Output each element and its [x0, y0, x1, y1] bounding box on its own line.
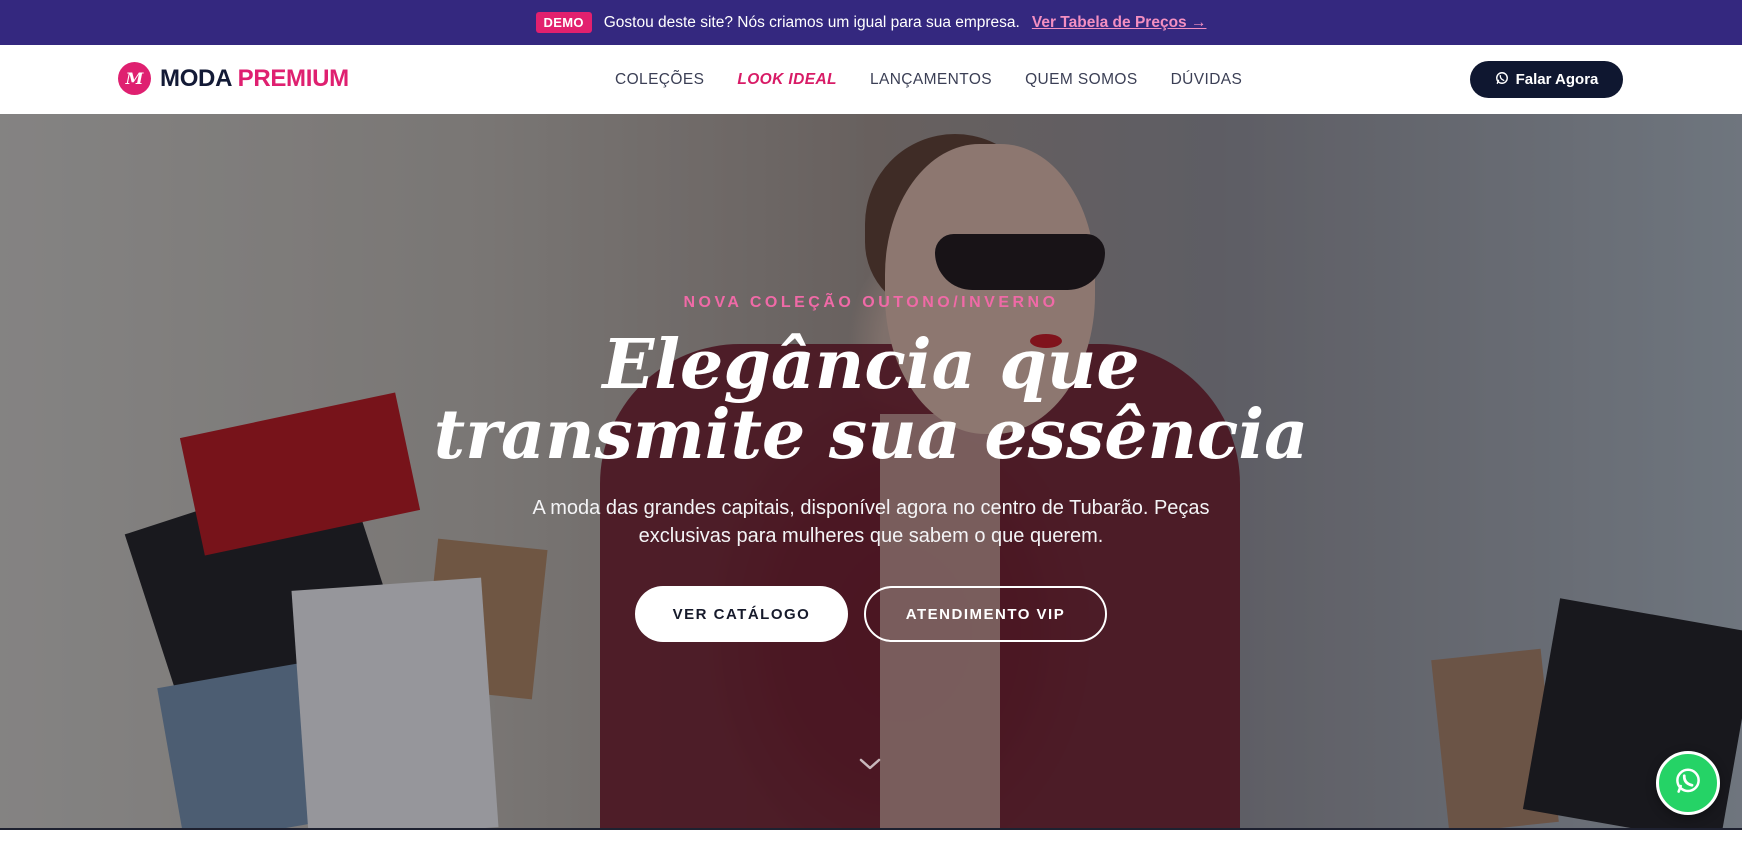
- hero-subtext: A moda das grandes capitais, disponível …: [532, 497, 1210, 547]
- hero-content: NOVA COLEÇÃO OUTONO/INVERNO Elegância qu…: [0, 114, 1742, 828]
- nav-item-duvidas[interactable]: DÚVIDAS: [1171, 71, 1243, 89]
- hero-headline: Elegância que transmite sua essência: [434, 330, 1308, 470]
- logo[interactable]: M MODA PREMIUM: [118, 62, 349, 95]
- hero-section: NOVA COLEÇÃO OUTONO/INVERNO Elegância qu…: [0, 114, 1742, 828]
- demo-banner-text: Gostou deste site? Nós criamos um igual …: [603, 13, 1020, 31]
- logo-word-moda: MODA: [160, 64, 232, 92]
- nav-item-colecoes[interactable]: COLEÇÕES: [615, 71, 704, 89]
- talk-now-label: Falar Agora: [1515, 71, 1599, 88]
- whatsapp-float-button[interactable]: [1656, 751, 1720, 815]
- talk-now-button[interactable]: Falar Agora: [1470, 61, 1623, 98]
- logo-text: MODA PREMIUM: [160, 65, 349, 93]
- nav-item-lancamentos[interactable]: LANÇAMENTOS: [870, 71, 992, 89]
- chevron-down-icon[interactable]: [858, 754, 882, 774]
- hero-headline-line1: Elegância que: [602, 325, 1140, 405]
- whatsapp-icon: [1673, 766, 1703, 801]
- logo-mark: M: [118, 62, 151, 95]
- site-header: M MODA PREMIUM COLEÇÕES LOOK IDEAL LANÇA…: [0, 45, 1742, 114]
- whatsapp-icon: [1495, 71, 1509, 89]
- demo-badge: DEMO: [535, 12, 592, 33]
- nav-item-look-ideal[interactable]: LOOK IDEAL: [737, 71, 837, 89]
- hero-headline-line2: transmite sua essência: [433, 395, 1309, 475]
- view-catalog-button[interactable]: VER CATÁLOGO: [635, 586, 848, 642]
- pricing-link[interactable]: Ver Tabela de Preços →: [1032, 14, 1207, 32]
- hero-buttons: VER CATÁLOGO ATENDIMENTO VIP: [635, 586, 1107, 642]
- next-section-edge: [0, 828, 1742, 842]
- hero-eyebrow: NOVA COLEÇÃO OUTONO/INVERNO: [683, 294, 1059, 311]
- vip-service-button[interactable]: ATENDIMENTO VIP: [864, 586, 1107, 642]
- main-nav: COLEÇÕES LOOK IDEAL LANÇAMENTOS QUEM SOM…: [615, 45, 1242, 114]
- nav-item-quem-somos[interactable]: QUEM SOMOS: [1025, 71, 1138, 89]
- logo-word-premium: PREMIUM: [237, 64, 350, 92]
- demo-banner: DEMO Gostou deste site? Nós criamos um i…: [0, 0, 1742, 45]
